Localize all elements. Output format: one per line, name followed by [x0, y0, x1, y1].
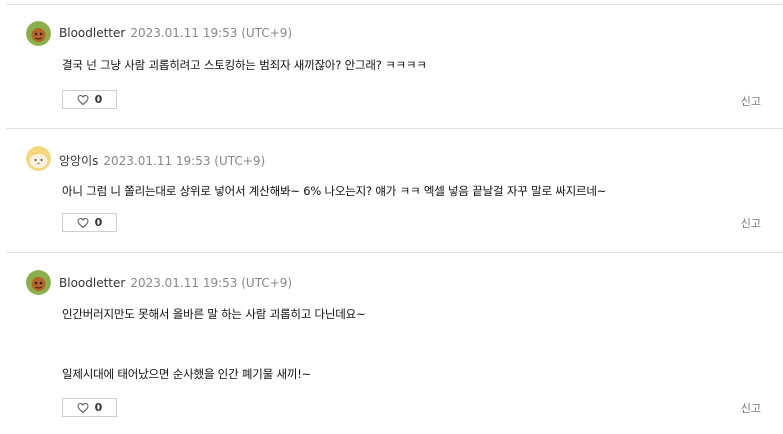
yellow-face-avatar-icon	[26, 146, 51, 171]
nickname[interactable]: Bloodletter	[59, 26, 125, 40]
heart-outline-icon	[77, 94, 89, 106]
comment-meta: Bloodletter 2023.01.11 19:53 (UTC+9)	[59, 26, 292, 40]
nickname[interactable]: Bloodletter	[59, 276, 125, 290]
timestamp: 2023.01.11 19:53 (UTC+9)	[130, 276, 293, 290]
orange-ball-avatar-icon	[26, 270, 51, 295]
comment-text: 결국 넌 그냥 사람 괴롭히려고 스토킹하는 범죄자 새끼잖아? 안그래? ㅋㅋ…	[62, 58, 427, 72]
comment-text: 일제시대에 태어났으면 순사했을 인간 폐기물 새끼!~	[62, 367, 312, 381]
comment-text: 아니 그럼 니 쫄리는대로 상위로 넣어서 계산해봐~ 6% 나오는지? 얘가 …	[62, 184, 607, 198]
comment-list: Bloodletter 2023.01.11 19:53 (UTC+9) 결국 넌…	[0, 0, 783, 434]
report-link[interactable]: 신고	[741, 93, 761, 109]
comment-item: Bloodletter 2023.01.11 19:53 (UTC+9) 결국 넌…	[6, 4, 783, 129]
like-count: 0	[94, 93, 103, 106]
like-button[interactable]: 0	[62, 213, 117, 232]
comment-item: Bloodletter 2023.01.11 19:53 (UTC+9) 인간버러…	[6, 252, 783, 434]
timestamp: 2023.01.11 19:53 (UTC+9)	[103, 154, 266, 168]
like-button[interactable]: 0	[62, 398, 117, 417]
heart-outline-icon	[77, 217, 89, 229]
avatar[interactable]	[26, 270, 51, 295]
comment-item: 앙앙이s 2023.01.11 19:53 (UTC+9) 아니 그럼 니 쫄리는…	[6, 128, 783, 253]
report-link[interactable]: 신고	[741, 400, 761, 416]
comment-meta: 앙앙이s 2023.01.11 19:53 (UTC+9)	[59, 152, 265, 169]
timestamp: 2023.01.11 19:53 (UTC+9)	[130, 26, 293, 40]
orange-ball-avatar-icon	[26, 21, 51, 46]
like-count: 0	[94, 216, 103, 229]
heart-outline-icon	[77, 402, 89, 414]
comment-meta: Bloodletter 2023.01.11 19:53 (UTC+9)	[59, 276, 292, 290]
comment-text: 인간버러지만도 못해서 올바른 말 하는 사람 괴롭히고 다닌데요~	[62, 307, 366, 321]
avatar[interactable]	[26, 146, 51, 171]
like-button[interactable]: 0	[62, 90, 117, 109]
like-count: 0	[94, 401, 103, 414]
avatar[interactable]	[26, 21, 51, 46]
nickname[interactable]: 앙앙이s	[59, 154, 98, 168]
report-link[interactable]: 신고	[741, 215, 761, 231]
